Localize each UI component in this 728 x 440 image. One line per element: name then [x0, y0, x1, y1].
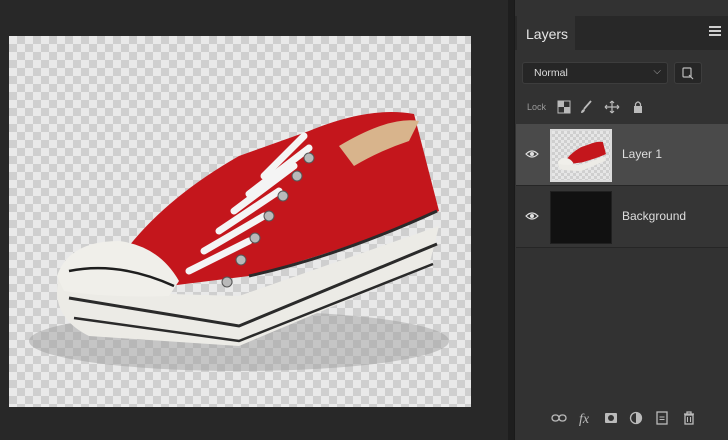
layers-panel: Layers Normal ⌵ Lock Layer 1 Background …	[514, 0, 728, 440]
layer-row[interactable]: Background	[516, 186, 728, 248]
layer-name: Layer 1	[622, 147, 663, 161]
document-canvas[interactable]	[9, 36, 471, 407]
layer-options-icon	[682, 67, 694, 80]
workspace-area	[0, 0, 508, 440]
panel-footer: fx	[515, 404, 728, 432]
panel-tabbar: Layers	[515, 16, 728, 50]
layer-row[interactable]: Layer 1	[516, 124, 728, 186]
blend-mode-value: Normal	[534, 67, 568, 79]
trash-icon[interactable]	[681, 410, 697, 426]
tab-layers[interactable]: Layers	[517, 16, 575, 50]
red-sneaker-image	[29, 112, 449, 371]
new-layer-icon[interactable]	[654, 410, 670, 426]
sneaker-thumbnail-icon	[558, 141, 606, 172]
fx-icon[interactable]: fx	[578, 410, 596, 426]
lock-row: Lock	[527, 100, 717, 116]
hamburger-menu-icon[interactable]	[709, 26, 721, 38]
chevron-down-icon: ⌵	[653, 66, 661, 77]
mask-icon[interactable]	[603, 410, 619, 426]
eye-icon[interactable]	[525, 211, 539, 221]
layer-options-button[interactable]	[674, 62, 702, 84]
layers-list: Layer 1 Background	[516, 124, 728, 248]
adjustment-icon[interactable]	[628, 410, 644, 426]
padlock-icon[interactable]	[631, 100, 645, 114]
lock-label: Lock	[527, 102, 547, 112]
layer-name: Background	[622, 209, 687, 223]
brush-icon[interactable]	[579, 100, 593, 114]
link-icon[interactable]	[551, 410, 567, 426]
svg-text:fx: fx	[579, 412, 590, 426]
layer-thumbnail	[550, 191, 612, 244]
layer-thumbnail	[550, 129, 612, 182]
lock-transparency-icon[interactable]	[557, 100, 571, 114]
move-icon[interactable]	[603, 100, 621, 114]
blend-mode-dropdown[interactable]: Normal ⌵	[522, 62, 668, 84]
eye-icon[interactable]	[525, 149, 539, 159]
